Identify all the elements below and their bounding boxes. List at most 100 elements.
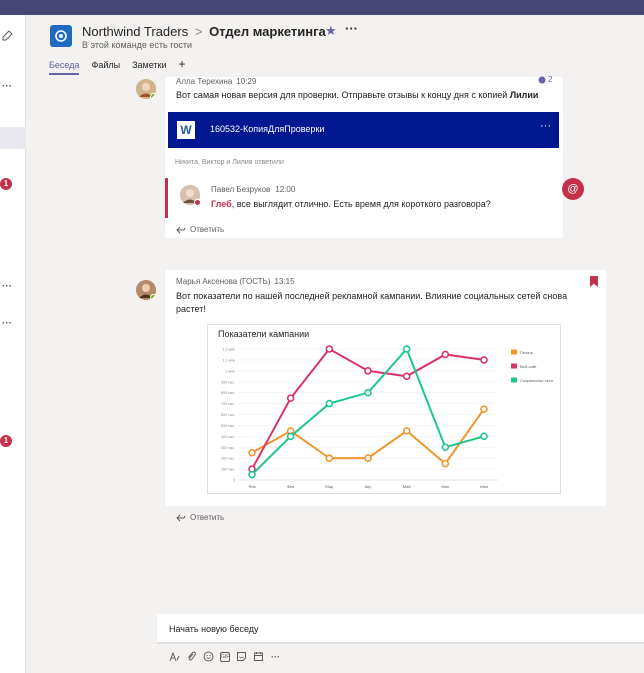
- x-tick-label: Май: [403, 484, 411, 489]
- message-time: 12:00: [275, 185, 296, 194]
- file-more-button[interactable]: ···: [540, 120, 551, 132]
- message-time: 13:15: [274, 277, 295, 286]
- y-tick-label: 400 тыс.: [221, 435, 235, 439]
- file-name: 160532-КопияДляПроверки: [210, 124, 325, 134]
- attach-icon[interactable]: [186, 651, 197, 662]
- x-tick-label: Июн: [441, 484, 449, 489]
- rail-more-button[interactable]: ···: [2, 318, 12, 329]
- x-tick-label: Фев: [287, 484, 294, 489]
- legend-label: Печать: [520, 350, 533, 355]
- reply-icon: [176, 226, 186, 233]
- legend-swatch: [511, 363, 517, 369]
- reply-text-body: , все выглядит отлично. Есть время для к…: [231, 199, 491, 209]
- y-tick-label: 500 тыс.: [221, 424, 235, 428]
- channel-header: Northwind Traders > Отдел маркетинга ★ ·…: [27, 15, 644, 77]
- legend-swatch: [511, 349, 517, 355]
- tab-conversation[interactable]: Беседа: [49, 60, 80, 75]
- message-author: Марья Аксенова (ГОСТЬ) 13:15: [176, 277, 295, 286]
- data-point: [325, 345, 334, 353]
- data-point: [286, 394, 295, 402]
- format-icon[interactable]: [169, 651, 180, 662]
- unread-badge: 1: [0, 178, 12, 190]
- sticker-icon[interactable]: [236, 651, 247, 662]
- campaign-chart: Показатели кампании 0 100 тыс. 200 тыс. 300…: [207, 324, 561, 494]
- data-point: [480, 405, 488, 413]
- word-document-icon: W: [177, 121, 195, 139]
- chart-plot: 0 100 тыс. 200 тыс. 300 тыс. 400 тыс. 500 тыс…: [221, 345, 553, 489]
- y-tick-label: 800 тыс.: [221, 391, 235, 395]
- y-tick-label: 0: [233, 479, 235, 483]
- y-tick-label: 100 тыс.: [221, 468, 235, 472]
- x-tick-label: Апр: [364, 484, 372, 489]
- message-text: Вот показатели по нашей последней реклам…: [176, 291, 568, 314]
- add-tab-icon[interactable]: +: [179, 58, 186, 70]
- compose-box[interactable]: Начать новую беседу: [157, 614, 644, 644]
- reply-text: Глеб, все выглядит отлично. Есть время д…: [211, 199, 491, 209]
- data-point: [364, 454, 372, 462]
- mention[interactable]: Глеб: [211, 199, 232, 209]
- x-tick-label: Мар: [325, 484, 334, 489]
- data-point: [402, 372, 411, 381]
- message-time: 10:29: [236, 77, 257, 86]
- message-text-body: Вот самая новая версия для проверки. Отп…: [176, 90, 510, 100]
- data-point: [364, 388, 372, 397]
- channel-name: Отдел маркетинга: [209, 24, 326, 39]
- reaction-indicator[interactable]: 2: [538, 75, 552, 84]
- compose-placeholder: Начать новую беседу: [169, 624, 259, 634]
- y-tick-label: 700 тыс.: [221, 402, 235, 406]
- reply-button[interactable]: Ответить: [176, 513, 224, 522]
- unread-badge: 1: [0, 435, 12, 447]
- data-point: [325, 399, 334, 408]
- channel-list-rail: ··· 1 ··· ··· 1: [0, 15, 26, 673]
- favorite-star-icon[interactable]: ★: [325, 23, 337, 39]
- x-tick-label: Июл: [480, 484, 489, 489]
- y-tick-label: 1,2 млн: [222, 348, 235, 352]
- tab-notes[interactable]: Заметки: [132, 60, 166, 73]
- presence-available-icon: [150, 93, 156, 99]
- rail-selected-channel[interactable]: [0, 127, 26, 149]
- data-point: [286, 432, 295, 441]
- breadcrumb-separator: >: [194, 24, 203, 39]
- data-point: [441, 443, 450, 452]
- rail-more-button[interactable]: ···: [2, 81, 12, 92]
- data-point: [480, 356, 488, 364]
- reaction-icon: [538, 76, 546, 83]
- calendar-icon[interactable]: [253, 651, 264, 662]
- gif-icon[interactable]: GIF: [220, 651, 230, 662]
- channel-tabs: Беседа Файлы Заметки +: [49, 58, 186, 75]
- avatar[interactable]: [136, 280, 156, 300]
- reply-label: Ответить: [190, 513, 225, 522]
- tab-files[interactable]: Файлы: [91, 60, 120, 73]
- y-tick-label: 200 тыс.: [221, 457, 235, 461]
- author-name: Алла Терехина: [176, 77, 233, 86]
- team-name[interactable]: Northwind Traders: [82, 24, 188, 39]
- y-tick-label: 300 тыс.: [221, 446, 235, 450]
- compose-toolbar: GIF ···: [169, 651, 281, 662]
- y-tick-label: 1 млн: [225, 369, 235, 373]
- data-point: [402, 345, 411, 353]
- file-attachment[interactable]: W 160532-КопияДляПроверки ···: [168, 112, 559, 148]
- guest-note: В этой команде есть гости: [82, 40, 192, 50]
- reply-button[interactable]: Ответить: [176, 225, 224, 234]
- reply-icon: [176, 514, 186, 521]
- rail-more-button[interactable]: ···: [2, 281, 12, 292]
- avatar[interactable]: [180, 185, 201, 206]
- message-author: Алла Терехина 10:29: [176, 77, 256, 86]
- author-name: Марья Аксенова (ГОСТЬ): [176, 277, 271, 286]
- replied-summary[interactable]: Никита, Виктор и Лилия ответили: [175, 159, 284, 166]
- reply-author: Павел Безруков 12:00: [211, 185, 295, 194]
- data-point: [325, 454, 334, 462]
- emoji-icon[interactable]: [203, 651, 214, 662]
- data-point: [441, 459, 450, 468]
- more-options-button[interactable]: ···: [270, 651, 281, 662]
- channel-more-button[interactable]: ···: [345, 21, 358, 36]
- data-point: [248, 448, 256, 457]
- message-text: Вот самая новая версия для проверки. Отп…: [176, 89, 561, 102]
- reply-message: Павел Безруков 12:00 Глеб, все выглядит о…: [165, 178, 563, 218]
- data-point: [248, 470, 256, 479]
- app-top-bar: [0, 0, 644, 15]
- avatar[interactable]: [136, 79, 156, 99]
- series-line: [251, 347, 485, 470]
- message-text-bold: Лилии: [509, 90, 539, 100]
- compose-icon[interactable]: [2, 30, 13, 44]
